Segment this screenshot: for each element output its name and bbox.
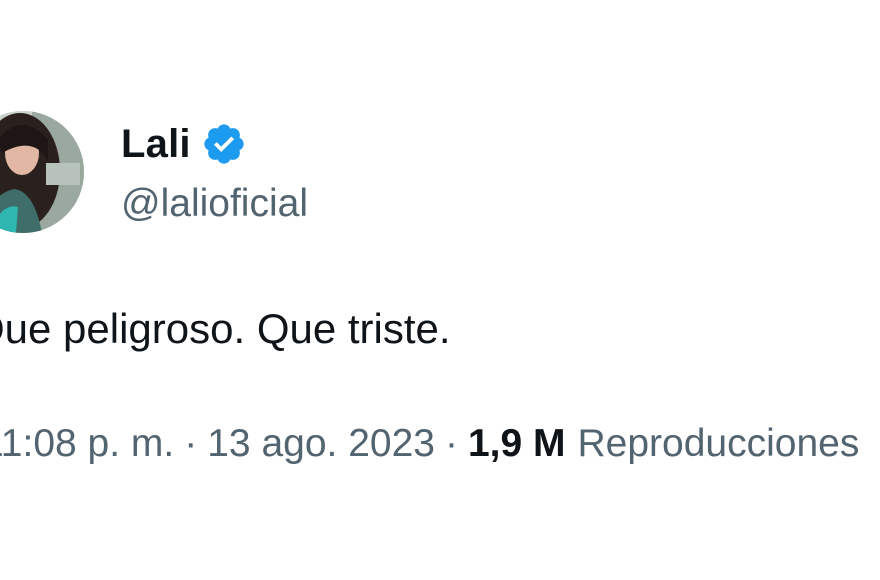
author-handle[interactable]: @lalioficial <box>121 184 308 223</box>
tweet-date[interactable]: 13 ago. 2023 <box>207 424 435 463</box>
meta-separator: · <box>184 422 198 465</box>
avatar-image <box>0 111 84 233</box>
tweet-text: Que peligroso. Que triste. <box>0 305 451 352</box>
verified-badge-icon[interactable] <box>201 121 247 167</box>
tweet-time[interactable]: 11:08 p. m. <box>0 424 174 463</box>
views-count[interactable]: 1,9 M <box>468 424 566 463</box>
avatar[interactable] <box>0 111 84 233</box>
tweet-meta: 11:08 p. m. · 13 ago. 2023 · 1,9 M Repro… <box>0 424 859 463</box>
author-name-row[interactable]: Lali <box>121 118 247 170</box>
tweet-card: Lali @lalioficial Que peligroso. Que tri… <box>0 0 880 580</box>
meta-separator: · <box>444 422 458 465</box>
author-display-name[interactable]: Lali <box>121 124 191 164</box>
views-label: Reproducciones <box>577 422 860 465</box>
